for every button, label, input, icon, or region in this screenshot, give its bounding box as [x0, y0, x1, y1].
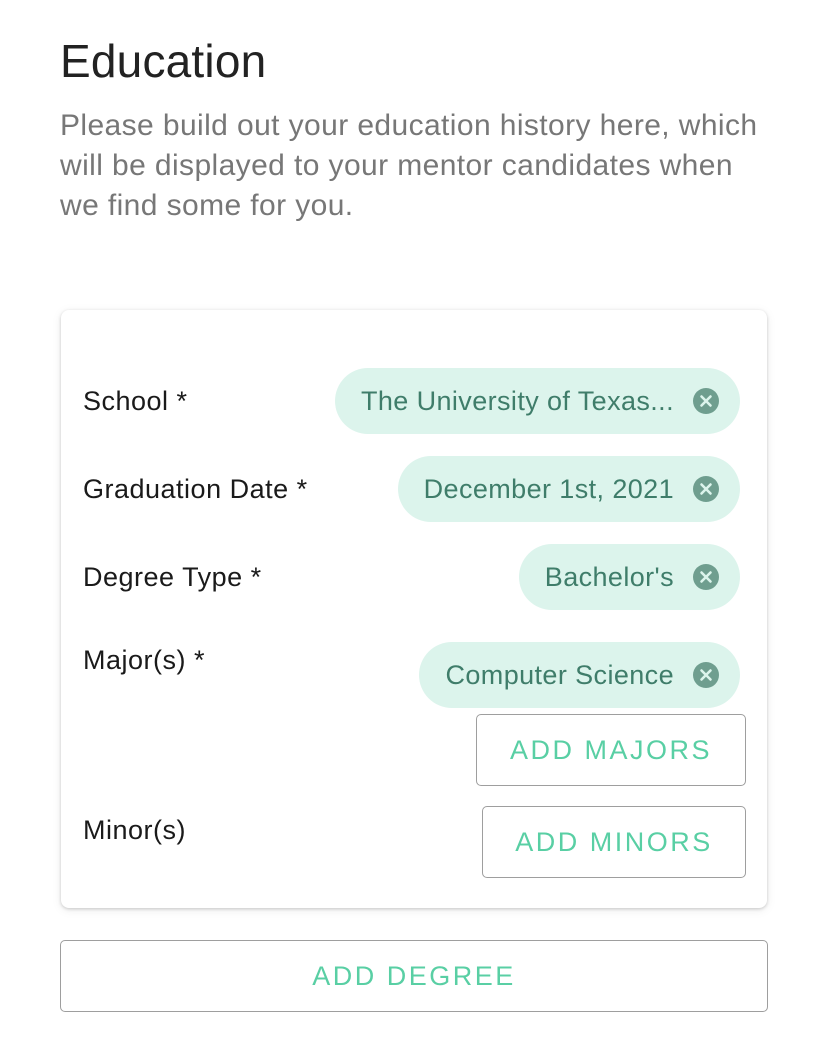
- page-description: Please build out your education history …: [60, 109, 758, 222]
- add-minors-button[interactable]: ADD MINORS: [482, 806, 746, 878]
- page-title: Education: [60, 35, 267, 87]
- close-circle-icon[interactable]: [692, 475, 720, 503]
- close-circle-icon[interactable]: [692, 387, 720, 415]
- graduation-date-chip-label: December 1st, 2021: [423, 473, 674, 504]
- degree-card: School * The University of Texas... Grad…: [61, 310, 767, 908]
- degree-type-chip-label: Bachelor's: [544, 561, 674, 592]
- close-circle-icon[interactable]: [692, 563, 720, 591]
- graduation-date-label: Graduation Date *: [83, 474, 308, 504]
- school-chip-label: The University of Texas...: [360, 385, 674, 416]
- degree-type-label: Degree Type *: [83, 562, 262, 592]
- close-circle-icon[interactable]: [692, 661, 720, 689]
- major-chip[interactable]: Computer Science: [419, 642, 740, 708]
- school-chip[interactable]: The University of Texas...: [334, 368, 740, 434]
- graduation-date-chip[interactable]: December 1st, 2021: [397, 456, 740, 522]
- major-chip-label: Computer Science: [445, 659, 674, 690]
- school-label: School *: [83, 386, 188, 416]
- add-majors-button[interactable]: ADD MAJORS: [476, 714, 746, 786]
- minors-label: Minor(s): [83, 815, 186, 845]
- add-degree-button[interactable]: ADD DEGREE: [60, 940, 768, 1012]
- degree-type-chip[interactable]: Bachelor's: [518, 544, 740, 610]
- majors-label: Major(s) *: [83, 645, 206, 675]
